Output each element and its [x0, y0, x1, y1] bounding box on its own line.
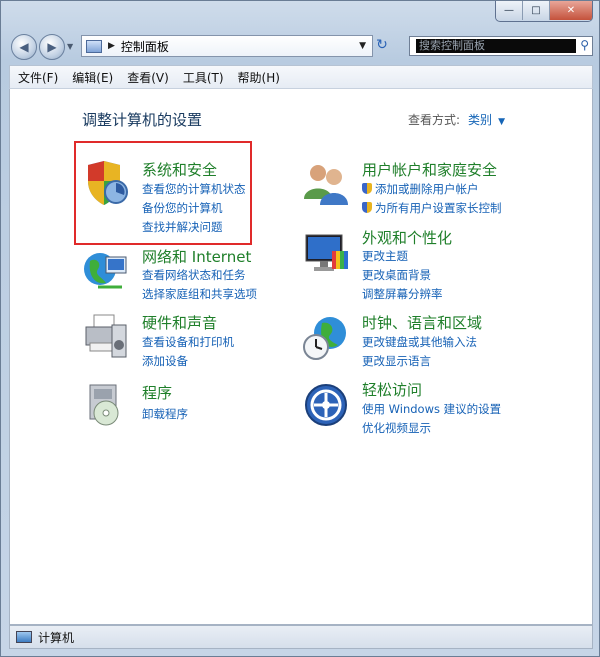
link-change-theme[interactable]: 更改主题 — [362, 248, 408, 264]
uac-shield-icon — [362, 183, 372, 194]
maximize-button[interactable]: □ — [523, 1, 550, 20]
recent-pages-dropdown[interactable]: ▼ — [67, 42, 73, 51]
view-mode-label: 查看方式: — [408, 113, 461, 127]
menu-help[interactable]: 帮助(H) — [238, 69, 280, 86]
view-mode-value[interactable]: 类别 — [468, 113, 492, 127]
forward-button[interactable]: ▶ — [39, 34, 65, 60]
breadcrumb-control-panel[interactable]: 控制面板 — [121, 38, 169, 55]
link-parental-controls[interactable]: 为所有用户设置家长控制 — [362, 200, 502, 216]
ease-of-access-icon — [305, 384, 347, 426]
link-view-computer-status[interactable]: 查看您的计算机状态 — [142, 181, 246, 197]
status-bar: 计算机 — [9, 625, 593, 649]
menu-tools[interactable]: 工具(T) — [183, 69, 224, 86]
arrow-right-icon: ▶ — [47, 40, 57, 54]
category-title-programs[interactable]: 程序 — [142, 382, 172, 403]
address-dropdown-icon[interactable]: ▼ — [359, 41, 366, 51]
menu-bar: 文件(F) 编辑(E) 查看(V) 工具(T) 帮助(H) — [9, 65, 593, 89]
breadcrumb-separator-icon[interactable]: ▶ — [108, 41, 115, 51]
link-screen-resolution[interactable]: 调整屏幕分辨率 — [362, 286, 443, 302]
link-desktop-background[interactable]: 更改桌面背景 — [362, 267, 431, 283]
link-homegroup-sharing[interactable]: 选择家庭组和共享选项 — [142, 286, 257, 302]
back-button[interactable]: ◀ — [11, 34, 37, 60]
network-globe-icon — [84, 253, 127, 289]
link-troubleshoot[interactable]: 查找并解决问题 — [142, 219, 223, 235]
menu-view[interactable]: 查看(V) — [127, 69, 169, 86]
menu-file[interactable]: 文件(F) — [18, 69, 58, 86]
uac-shield-icon — [362, 202, 372, 213]
control-panel-icon — [86, 39, 102, 53]
search-box[interactable]: 搜索控制面板 ⚲ — [409, 36, 593, 56]
category-title-ease-of-access[interactable]: 轻松访问 — [362, 379, 422, 400]
link-parental-controls-text[interactable]: 为所有用户设置家长控制 — [375, 201, 502, 215]
category-title-appearance[interactable]: 外观和个性化 — [362, 227, 452, 248]
close-button[interactable]: ✕ — [550, 1, 592, 20]
minimize-button[interactable]: — — [496, 1, 523, 20]
link-add-device[interactable]: 添加设备 — [142, 353, 188, 369]
status-text: 计算机 — [38, 630, 75, 645]
title-bar: — □ ✕ — [1, 1, 600, 29]
link-devices-printers[interactable]: 查看设备和打印机 — [142, 334, 234, 350]
refresh-icon: ↻ — [376, 37, 388, 53]
category-title-hardware-sound[interactable]: 硬件和声音 — [142, 312, 217, 333]
link-display-language[interactable]: 更改显示语言 — [362, 353, 431, 369]
window-controls: — □ ✕ — [495, 1, 593, 22]
clock-globe-icon — [303, 317, 346, 360]
link-optimize-display[interactable]: 优化视频显示 — [362, 420, 431, 436]
arrow-left-icon: ◀ — [19, 40, 29, 54]
search-input[interactable]: 搜索控制面板 — [416, 39, 576, 53]
view-mode-selector[interactable]: 查看方式: 类别 ▼ — [408, 111, 505, 128]
printer-icon — [85, 314, 127, 358]
link-network-status[interactable]: 查看网络状态和任务 — [142, 267, 246, 283]
computer-icon — [16, 631, 32, 643]
refresh-button[interactable]: ↻ — [373, 37, 391, 53]
chevron-down-icon[interactable]: ▼ — [498, 117, 505, 127]
link-windows-recommended[interactable]: 使用 Windows 建议的设置 — [362, 401, 501, 417]
search-icon[interactable]: ⚲ — [580, 38, 589, 52]
category-title-system-security[interactable]: 系统和安全 — [142, 159, 217, 180]
link-add-remove-accounts-text[interactable]: 添加或删除用户帐户 — [375, 182, 479, 196]
navigation-bar: ◀ ▶ ▼ ▶ 控制面板 ▼ ↻ 搜索控制面板 ⚲ — [9, 33, 593, 61]
address-bar[interactable]: ▶ 控制面板 ▼ — [81, 35, 373, 57]
link-backup-computer[interactable]: 备份您的计算机 — [142, 200, 223, 216]
programs-icon — [89, 384, 119, 426]
users-icon — [304, 165, 348, 205]
security-shield-icon — [88, 161, 128, 205]
link-change-keyboard[interactable]: 更改键盘或其他输入法 — [362, 334, 477, 350]
control-panel-window: — □ ✕ ◀ ▶ ▼ ▶ 控制面板 ▼ ↻ 搜索控制面板 ⚲ 文件(F) 编辑… — [0, 0, 600, 657]
link-add-remove-accounts[interactable]: 添加或删除用户帐户 — [362, 181, 479, 197]
category-title-network-internet[interactable]: 网络和 Internet — [142, 246, 251, 267]
content-area: 调整计算机的设置 查看方式: 类别 ▼ 系统和安全 查看您的计算机状态 备份您的计算… — [9, 89, 593, 625]
monitor-icon — [305, 234, 348, 271]
category-title-user-accounts[interactable]: 用户帐户和家庭安全 — [362, 159, 497, 180]
menu-edit[interactable]: 编辑(E) — [72, 69, 113, 86]
category-title-clock-language-region[interactable]: 时钟、语言和区域 — [362, 312, 482, 333]
link-uninstall-program[interactable]: 卸载程序 — [142, 406, 188, 422]
page-title: 调整计算机的设置 — [82, 111, 203, 129]
